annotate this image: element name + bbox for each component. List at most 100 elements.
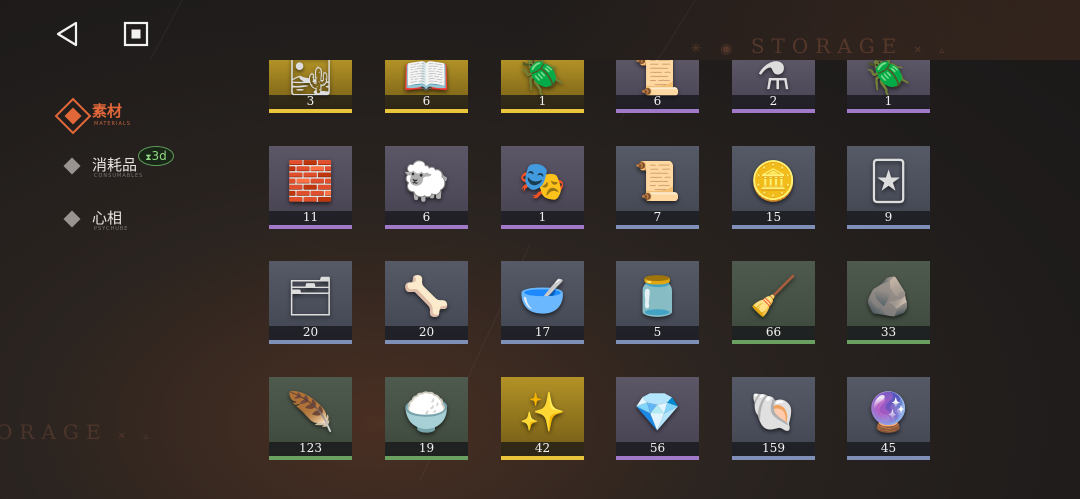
rarity-strip — [732, 109, 815, 113]
silver-ingots-icon: 🧱 — [286, 158, 335, 203]
inventory-item[interactable]: 🍚 19 — [385, 377, 468, 460]
item-count: 3 — [306, 94, 315, 108]
inventory-item[interactable]: 🥣 17 — [501, 261, 584, 344]
beetle-icon: 🪲 — [864, 60, 913, 98]
rarity-strip — [501, 456, 584, 460]
inventory-item[interactable]: 🐑 6 — [385, 146, 468, 229]
rarity-strip — [732, 456, 815, 460]
item-count: 6 — [422, 94, 431, 108]
home-button[interactable] — [122, 20, 150, 48]
square-stop-icon — [123, 21, 149, 47]
item-count: 20 — [302, 325, 319, 339]
silver-bars-icon: 🗂 — [286, 273, 335, 318]
expiry-badge: ⧗3d — [138, 146, 174, 166]
storage-watermark-left: ORAGE ✕ ▵ — [0, 420, 156, 444]
item-count: 42 — [534, 441, 551, 455]
inventory-item[interactable]: 🐚 159 — [732, 377, 815, 460]
inventory-item[interactable]: 🃏 9 — [847, 146, 930, 229]
inventory-item[interactable]: 🔮 45 — [847, 377, 930, 460]
broom-icon: 🧹 — [749, 273, 798, 318]
rarity-strip — [501, 340, 584, 344]
tab-label: 心相 — [92, 209, 123, 227]
tab-sublabel: CONSUMABLES — [94, 173, 144, 179]
inventory-item[interactable]: 📜 6 — [616, 60, 699, 113]
rarity-strip — [269, 109, 352, 113]
item-count: 11 — [302, 210, 319, 224]
inventory-item[interactable]: 🗂 20 — [269, 261, 352, 344]
item-count: 56 — [649, 441, 666, 455]
clay-shard-icon: 🪶 — [286, 389, 335, 434]
tab-sublabel: MATERIALS — [94, 121, 131, 127]
diamond-icon — [63, 210, 81, 228]
tab-sublabel: PSYCHUBE — [94, 226, 129, 232]
back-button[interactable] — [54, 20, 82, 48]
item-count: 6 — [653, 94, 662, 108]
inventory-item[interactable]: 📜 7 — [616, 146, 699, 229]
mask-icon: 🎭 — [518, 158, 567, 203]
rarity-strip — [385, 456, 468, 460]
card-icon: 🃏 — [869, 158, 908, 203]
item-count: 159 — [762, 441, 785, 455]
item-count: 6 — [422, 210, 431, 224]
inventory-item[interactable]: 🪨 33 — [847, 261, 930, 344]
inventory-item[interactable]: 💎 56 — [616, 377, 699, 460]
rarity-strip — [616, 225, 699, 229]
gold-coin-icon: 🪙 — [749, 158, 798, 203]
item-count: 33 — [880, 325, 897, 339]
inventory-item[interactable]: ✨ 42 — [501, 377, 584, 460]
item-count: 1 — [538, 94, 547, 108]
white-grains-icon: 🍚 — [402, 389, 451, 434]
inventory-item[interactable]: 🦴 20 — [385, 261, 468, 344]
item-count: 45 — [880, 441, 897, 455]
inventory-item[interactable]: 🫙 5 — [616, 261, 699, 344]
item-count: 1 — [538, 210, 547, 224]
salt-dish-icon: 🥣 — [518, 273, 567, 318]
item-count: 5 — [653, 325, 662, 339]
bone-bundle-icon: 🦴 — [402, 273, 451, 318]
item-count: 66 — [765, 325, 782, 339]
rarity-strip — [616, 456, 699, 460]
rarity-strip — [385, 340, 468, 344]
open-book-icon: 📖 — [402, 60, 451, 98]
inventory-item[interactable]: 🪲 1 — [501, 60, 584, 113]
seashell-icon: 🐚 — [749, 389, 798, 434]
item-count: 19 — [418, 441, 435, 455]
item-count: 1 — [884, 94, 893, 108]
item-count: 123 — [299, 441, 322, 455]
dark-relic-icon: 🪲 — [518, 60, 567, 98]
amber-dust-icon: 🏜 — [286, 60, 335, 98]
silver-rock-icon: 🪨 — [864, 273, 913, 318]
green-jar-icon: 🫙 — [633, 273, 682, 318]
inventory-item[interactable]: 🧱 11 — [269, 146, 352, 229]
rarity-strip — [847, 340, 930, 344]
inventory-item[interactable]: 🪙 15 — [732, 146, 815, 229]
crystal-cluster-icon: ✨ — [518, 389, 567, 434]
inventory-item[interactable]: ⚗ 2 — [732, 60, 815, 113]
rarity-strip — [732, 340, 815, 344]
background-streak — [149, 0, 301, 61]
rarity-strip — [269, 225, 352, 229]
inventory-item[interactable]: 🎭 1 — [501, 146, 584, 229]
diamond-icon — [63, 157, 81, 175]
item-count: 17 — [534, 325, 551, 339]
rarity-strip — [847, 225, 930, 229]
rarity-strip — [501, 109, 584, 113]
rarity-strip — [732, 225, 815, 229]
inventory-item[interactable]: 📖 6 — [385, 60, 468, 113]
rarity-strip — [847, 109, 930, 113]
back-triangle-icon — [56, 21, 78, 47]
rarity-strip — [501, 225, 584, 229]
parchment-icon: 📜 — [633, 60, 682, 98]
rarity-strip — [616, 109, 699, 113]
wool-sprout-icon: 🐑 — [402, 158, 451, 203]
inventory-item[interactable]: 🏜 3 — [269, 60, 352, 113]
glass-orb-icon: 🔮 — [864, 389, 913, 434]
rarity-strip — [269, 456, 352, 460]
item-count: 2 — [769, 94, 778, 108]
inventory-item[interactable]: 🧹 66 — [732, 261, 815, 344]
inventory-item[interactable]: 🪶 123 — [269, 377, 352, 460]
inventory-item[interactable]: 🪲 1 — [847, 60, 930, 113]
item-count: 20 — [418, 325, 435, 339]
rarity-strip — [385, 109, 468, 113]
rarity-strip — [385, 225, 468, 229]
